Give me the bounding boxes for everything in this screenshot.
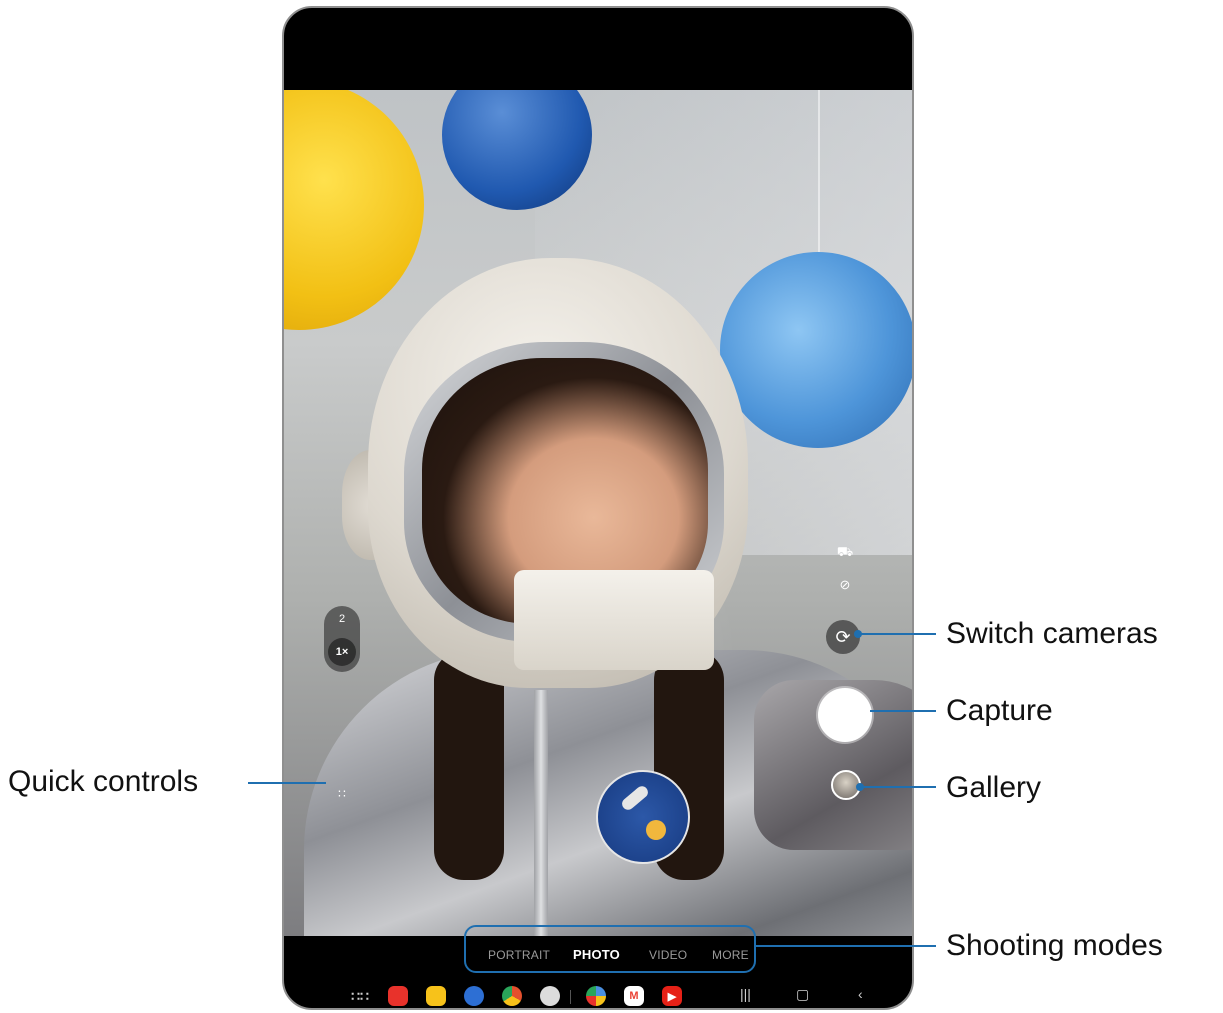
hair-left — [434, 650, 504, 880]
callout-line — [860, 786, 936, 788]
home-icon[interactable]: ▢ — [796, 986, 809, 1003]
planet-icon — [646, 820, 666, 840]
rocket-patch — [596, 770, 690, 864]
switch-cameras-label: Switch cameras — [946, 617, 1158, 650]
rocket-icon — [619, 783, 651, 813]
chrome-app-icon[interactable] — [502, 986, 522, 1006]
camera-viewfinder[interactable]: ⛟ ⊘ ⟳ 2 1× ∷ — [284, 90, 912, 936]
apps-grid-icon[interactable]: ∷∷ — [350, 986, 370, 1006]
camera-app-icon[interactable] — [540, 986, 560, 1006]
dots-grid-icon: ∷ — [338, 787, 346, 801]
gallery-app-icon[interactable] — [586, 986, 606, 1006]
folder-app-icon[interactable] — [426, 986, 446, 1006]
capture-label: Capture — [946, 694, 1053, 727]
yellow-planet — [284, 90, 424, 330]
quick-controls-label: Quick controls — [8, 765, 199, 798]
quick-controls-button[interactable]: ∷ — [332, 784, 352, 804]
back-icon[interactable]: ‹ — [858, 986, 863, 1002]
youtube-app-icon[interactable]: ▶ — [662, 986, 682, 1006]
callout-line — [248, 782, 326, 784]
shooting-modes-label: Shooting modes — [946, 929, 1163, 962]
gmail-app-icon[interactable]: M — [624, 986, 644, 1006]
callout-line — [870, 710, 936, 712]
helmet-chin-plate — [514, 570, 714, 670]
shooting-modes-highlight — [464, 925, 756, 973]
suit-zipper — [534, 690, 548, 936]
timer-off-icon[interactable]: ⊘ — [834, 574, 856, 596]
taskbar: ∷∷ M ▶ ||| ▢ ‹ — [284, 978, 912, 1008]
zoom-option-2[interactable]: 2 — [339, 613, 345, 625]
tablet-frame: ⛟ ⊘ ⟳ 2 1× ∷ PORTRAIT PHOTO VIDEO MORE ∷… — [282, 6, 914, 1010]
notes-app-icon[interactable] — [388, 986, 408, 1006]
zoom-control[interactable]: 2 1× — [324, 606, 360, 672]
messages-app-icon[interactable] — [464, 986, 484, 1006]
taskbar-divider — [570, 990, 571, 1004]
callout-line — [858, 633, 936, 635]
switch-camera-icon: ⟳ — [835, 626, 851, 647]
zoom-option-1x[interactable]: 1× — [328, 637, 356, 666]
recents-icon[interactable]: ||| — [740, 986, 751, 1002]
gallery-label: Gallery — [946, 771, 1042, 804]
blue-planet-large — [720, 252, 912, 448]
callout-line — [756, 945, 936, 947]
filter-icon[interactable]: ⛟ — [834, 542, 856, 564]
capture-button[interactable] — [818, 688, 872, 742]
hanging-string — [818, 90, 820, 252]
